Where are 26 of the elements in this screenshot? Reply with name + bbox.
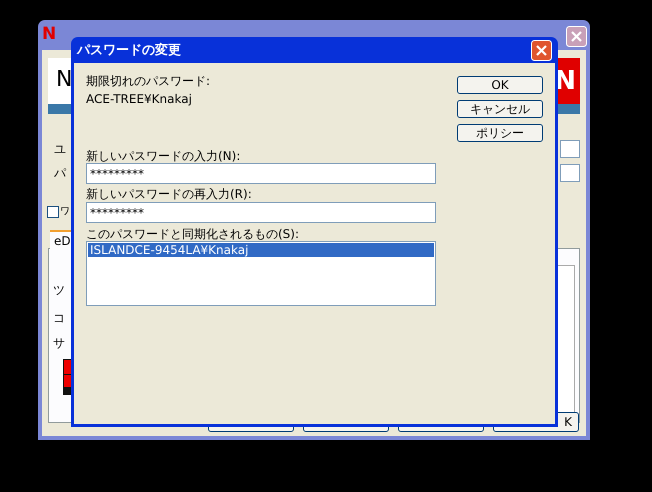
dialog-button[interactable]: OK: [457, 76, 543, 94]
checkbox-label: ワ: [60, 205, 70, 219]
dialog-button[interactable]: キャンセル: [457, 100, 543, 118]
password-field[interactable]: *********: [86, 163, 436, 184]
input-field[interactable]: [560, 140, 580, 158]
tab-item-label: ツ: [53, 282, 65, 299]
expired-password-value: ACE-TREE¥Knakaj: [86, 91, 192, 108]
close-icon[interactable]: [531, 40, 552, 61]
sync-list[interactable]: ISLANDCE-9454LA¥Knakaj: [86, 241, 436, 306]
dialog-button[interactable]: ポリシー: [457, 124, 543, 142]
field-label: ユ: [54, 141, 66, 158]
input-field[interactable]: [560, 164, 580, 182]
banner-logo: N: [56, 69, 72, 91]
tab-item-label: コ: [53, 310, 65, 327]
password-field[interactable]: *********: [86, 202, 436, 223]
list-label: このパスワードと同期化されるもの(S):: [86, 226, 300, 243]
window-title: パスワードの変更: [77, 42, 181, 60]
tab-item-label: サ: [53, 335, 65, 352]
expired-password-label: 期限切れのパスワード:: [86, 73, 210, 90]
checkbox[interactable]: [47, 206, 59, 218]
list-item[interactable]: ISLANDCE-9454LA¥Knakaj: [88, 243, 434, 257]
field-label: パ: [54, 165, 66, 182]
close-icon[interactable]: [566, 26, 587, 47]
field-label: 新しいパスワードの再入力(R):: [86, 186, 252, 203]
app-logo: N: [42, 26, 56, 43]
field-label: 新しいパスワードの入力(N):: [86, 148, 240, 165]
